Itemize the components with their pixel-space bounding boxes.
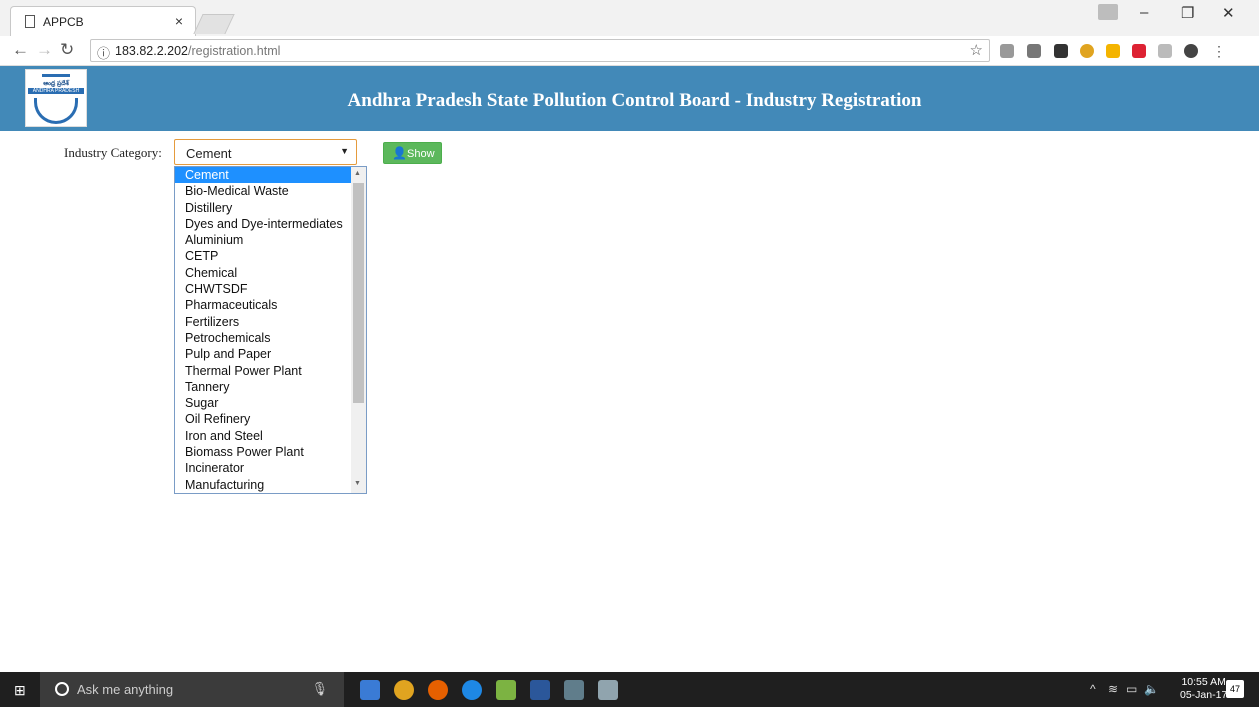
battery-icon[interactable]: ▭	[1126, 682, 1137, 696]
dropdown-options: Cement Bio-Medical Waste Distillery Dyes an…	[175, 167, 351, 493]
dropdown-option[interactable]: Biomass Power Plant	[175, 444, 351, 460]
smiley-extension-icon[interactable]	[1106, 44, 1120, 58]
reload-icon[interactable]: ↻	[60, 40, 74, 60]
dropdown-option[interactable]: CETP	[175, 248, 351, 264]
minimize-icon[interactable]: –	[1140, 4, 1148, 21]
new-tab-button[interactable]	[193, 14, 235, 34]
logo-bar	[42, 74, 70, 77]
page-title: Andhra Pradesh State Pollution Control B…	[347, 90, 922, 111]
close-tab-icon[interactable]: ×	[175, 13, 183, 29]
dropdown-option[interactable]: CHWTSDF	[175, 281, 351, 297]
scroll-down-icon[interactable]: ▼	[354, 480, 361, 487]
address-bar[interactable]: ⓘ 183.82.2.202/registration.html ☆	[90, 39, 990, 62]
camera-extension-icon[interactable]	[1000, 44, 1014, 58]
page-header: ఆంధ్ర ప్రదేశ్ ANDHRA PRADESH Andhra Prad…	[0, 66, 1259, 131]
microphone-icon[interactable]: 🎙	[311, 681, 328, 697]
action-center-icon[interactable]: 47	[1226, 680, 1244, 698]
forward-icon[interactable]: →	[36, 40, 53, 60]
bookmark-star-icon[interactable]: ☆	[970, 41, 983, 59]
scrollbar-thumb[interactable]	[353, 183, 364, 403]
dropdown-option[interactable]: Dyes and Dye-intermediates	[175, 216, 351, 232]
gray-extension-icon[interactable]	[1158, 44, 1172, 58]
maximize-icon[interactable]: ❐	[1181, 4, 1194, 22]
dropdown-option[interactable]: Thermal Power Plant	[175, 363, 351, 379]
clock-date: 05-Jan-17	[1180, 689, 1228, 701]
dropdown-option[interactable]: Incinerator	[175, 460, 351, 476]
dropdown-option[interactable]: Sugar	[175, 395, 351, 411]
wifi-icon[interactable]: ≋	[1108, 682, 1118, 696]
info-icon[interactable]: ⓘ	[97, 43, 110, 62]
dropdown-option[interactable]: Aluminium	[175, 232, 351, 248]
url-text: 183.82.2.202/registration.html	[115, 44, 280, 58]
url-host: 183.82.2.202	[115, 44, 188, 58]
selected-value: Cement	[186, 146, 232, 161]
back-icon[interactable]: ←	[12, 40, 29, 60]
dropdown-option[interactable]: Bio-Medical Waste	[175, 183, 351, 199]
chrome-extension-icon[interactable]	[1080, 44, 1094, 58]
user-icon: 👤	[392, 146, 407, 160]
page-icon	[25, 15, 35, 28]
browser-tab-strip: APPCB × – ❐ ✕	[0, 0, 1259, 36]
scroll-up-icon[interactable]: ▲	[354, 170, 361, 177]
browser-tab[interactable]: APPCB ×	[10, 6, 196, 36]
profile-icon[interactable]	[1098, 4, 1118, 20]
film-extension-icon[interactable]	[1054, 44, 1068, 58]
dropdown-option[interactable]: Petrochemicals	[175, 330, 351, 346]
logo-text-telugu: ఆంధ్ర ప్రదేశ్	[43, 81, 69, 87]
circle-extension-icon[interactable]	[1184, 44, 1198, 58]
dropdown-option[interactable]: Iron and Steel	[175, 428, 351, 444]
chrome-icon[interactable]	[394, 680, 414, 700]
industry-category-label: Industry Category:	[64, 145, 162, 160]
word-icon[interactable]	[530, 680, 550, 700]
close-window-icon[interactable]: ✕	[1222, 4, 1235, 22]
dropdown-option[interactable]: Tannery	[175, 379, 351, 395]
dropdown-option[interactable]: Chemical	[175, 265, 351, 281]
clock-time: 10:55 AM	[1181, 676, 1226, 688]
bug-extension-icon[interactable]	[1027, 44, 1041, 58]
chevron-down-icon: ▼	[340, 146, 349, 156]
dropdown-option[interactable]: Distillery	[175, 200, 351, 216]
dropdown-scrollbar[interactable]: ▲ ▼	[351, 167, 366, 493]
tab-title: APPCB	[43, 15, 84, 29]
search-placeholder: Ask me anything	[77, 682, 174, 697]
tool-icon[interactable]	[564, 680, 584, 700]
windows-start-icon[interactable]: ⊞	[14, 682, 26, 699]
file-explorer-icon[interactable]	[360, 680, 380, 700]
dropdown-option[interactable]: Cement	[175, 167, 351, 184]
browser-toolbar: ← → ↻ ⓘ 183.82.2.202/registration.html ☆	[0, 36, 1259, 66]
windows-taskbar: ⊞ Ask me anything 🎙 ^ ≋ ▭ 🔈 10:55 AM 05-…	[0, 672, 1259, 707]
network-app-icon[interactable]	[598, 680, 618, 700]
notepad-icon[interactable]	[496, 680, 516, 700]
dropdown-option[interactable]: Pulp and Paper	[175, 346, 351, 362]
dropdown-option[interactable]: Oil Refinery	[175, 411, 351, 427]
cortana-search-box[interactable]: Ask me anything 🎙	[40, 672, 344, 707]
cortana-icon	[55, 682, 69, 696]
dropdown-option[interactable]: Pharmaceuticals	[175, 297, 351, 313]
firefox-icon[interactable]	[428, 680, 448, 700]
industry-category-select[interactable]: Cement ▼	[174, 139, 357, 165]
dropdown-option[interactable]: Fertilizers	[175, 314, 351, 330]
shield-extension-icon[interactable]	[1132, 44, 1146, 58]
show-button[interactable]: 👤 Show	[383, 142, 442, 164]
clock[interactable]: 10:55 AM 05-Jan-17	[1180, 676, 1227, 702]
menu-dots-icon[interactable]: ⋮	[1212, 44, 1226, 58]
show-button-label: Show	[407, 148, 435, 160]
url-path: /registration.html	[188, 44, 281, 58]
tray-up-icon[interactable]: ^	[1090, 682, 1096, 696]
dropdown-option[interactable]: Manufacturing	[175, 477, 351, 493]
edge-icon[interactable]	[462, 680, 482, 700]
volume-icon[interactable]: 🔈	[1144, 682, 1159, 696]
category-dropdown-list[interactable]: Cement Bio-Medical Waste Distillery Dyes an…	[174, 166, 367, 494]
